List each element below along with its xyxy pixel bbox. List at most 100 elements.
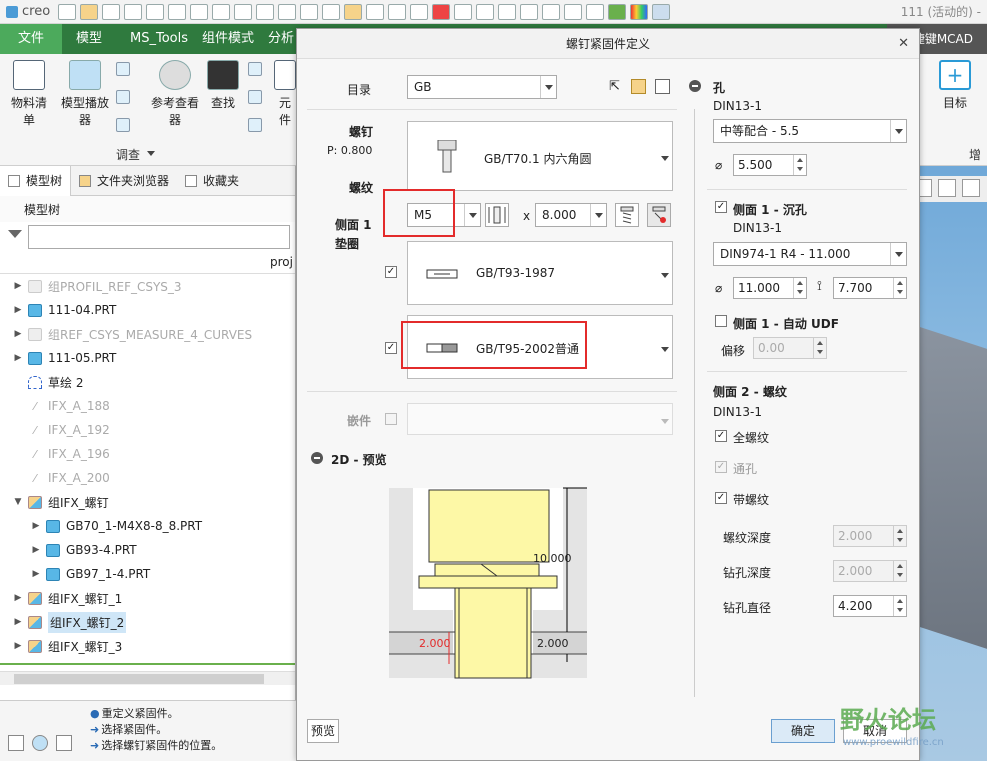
target-button[interactable]: + 目标 xyxy=(932,60,978,111)
spinner-arrows-icon[interactable] xyxy=(893,596,906,616)
drill-depth-spinner[interactable]: 2.000 xyxy=(833,560,907,582)
washer2-checkbox[interactable]: ✓ xyxy=(385,342,397,354)
cube-icon[interactable] xyxy=(652,3,671,20)
window-switch-icon[interactable] xyxy=(256,3,275,20)
tree-item[interactable]: ⁄ IFX_A_200 xyxy=(0,466,295,490)
eye-hide-icon[interactable] xyxy=(520,3,539,20)
preview-button[interactable]: 预览 xyxy=(307,719,339,743)
expand-arrow-icon[interactable]: ▶ xyxy=(30,521,42,531)
globe-icon[interactable] xyxy=(608,3,627,20)
spinner-arrows-icon[interactable] xyxy=(893,561,906,581)
image-icon[interactable] xyxy=(454,3,473,20)
save-icon[interactable] xyxy=(655,79,670,94)
tab-favorites[interactable]: 收藏夹 xyxy=(177,166,247,196)
find-button[interactable]: 查找 xyxy=(206,60,240,111)
model-player-button[interactable]: 模型播放器 xyxy=(58,60,112,128)
save-icon[interactable] xyxy=(102,3,121,20)
tree-search-input[interactable] xyxy=(28,225,290,249)
small-tool-1-icon[interactable] xyxy=(116,62,130,76)
small-tool-6-icon[interactable] xyxy=(248,118,262,132)
counterbore-diameter-spinner[interactable]: 11.000 xyxy=(733,277,807,299)
insert-select-button[interactable] xyxy=(407,403,673,435)
small-tool-2-icon[interactable] xyxy=(116,90,130,104)
catalog-select[interactable]: GB xyxy=(407,75,557,99)
small-tool-4-icon[interactable] xyxy=(248,62,262,76)
tab-file[interactable]: 文件 xyxy=(0,24,63,54)
new-file-icon[interactable] xyxy=(58,3,77,20)
ok-button[interactable]: 确定 xyxy=(771,719,835,743)
scrollbar-thumb[interactable] xyxy=(14,674,264,684)
ruler-icon[interactable] xyxy=(586,3,605,20)
tree-item[interactable]: ▶ 组IFX_螺钉_3 xyxy=(0,634,295,658)
tree-item[interactable]: ▶ GB70_1-M4X8-8_8.PRT xyxy=(0,514,295,538)
collapse-preview-icon[interactable] xyxy=(311,452,323,464)
collapse-arrow-icon[interactable]: ▼ xyxy=(12,497,24,507)
tree-item[interactable]: ▶ 组PROFIL_REF_CSYS_3 xyxy=(0,274,295,298)
drill-diameter-spinner[interactable]: 4.200 xyxy=(833,595,907,617)
status-grid-icon[interactable] xyxy=(8,735,24,751)
column-proj-label[interactable]: proj xyxy=(270,255,293,269)
tab-assembly-mode[interactable]: 组件模式 xyxy=(202,24,268,54)
auto-udf-checkbox[interactable] xyxy=(715,315,727,327)
eye-icon[interactable] xyxy=(498,3,517,20)
cancel-x-icon[interactable] xyxy=(388,3,407,20)
small-tool-3-icon[interactable] xyxy=(116,118,130,132)
collapse-hole-icon[interactable] xyxy=(689,80,701,92)
fit-select[interactable]: 中等配合 - 5.5 xyxy=(713,119,907,143)
length-measure-button[interactable] xyxy=(485,203,509,227)
expand-arrow-icon[interactable]: ▶ xyxy=(12,281,24,291)
filter-icon[interactable] xyxy=(8,230,22,244)
expand-arrow-icon[interactable]: ▶ xyxy=(12,353,24,363)
expand-arrow-icon[interactable]: ▶ xyxy=(12,329,24,339)
expand-arrow-icon[interactable]: ▶ xyxy=(30,545,42,555)
reference-viewer-button[interactable]: 参考查看器 xyxy=(150,60,200,128)
tree-item[interactable]: ▼ 组IFX_螺钉 xyxy=(0,490,295,514)
investigate-dropdown-icon[interactable] xyxy=(147,151,155,156)
element-button[interactable]: 元件 xyxy=(274,60,296,128)
with-thread-checkbox[interactable]: ✓ xyxy=(715,492,727,504)
status-globe-icon[interactable] xyxy=(32,735,48,751)
undo-icon[interactable] xyxy=(168,3,187,20)
washer1-checkbox[interactable]: ✓ xyxy=(385,266,397,278)
spinner-arrows-icon[interactable] xyxy=(893,278,906,298)
tree-item[interactable]: ⁄ IFX_A_196 xyxy=(0,442,295,466)
counterbore-spec-select[interactable]: DIN974-1 R4 - 11.000 xyxy=(713,242,907,266)
open-folder-icon[interactable] xyxy=(80,3,99,20)
transfer-icon[interactable] xyxy=(410,3,429,20)
edit-icon[interactable] xyxy=(542,3,561,20)
tree-item[interactable]: ▶ 组IFX_螺钉_1 xyxy=(0,586,295,610)
offset-spinner[interactable]: 0.00 xyxy=(753,337,827,359)
tree-item[interactable]: ▶ 111-05.PRT xyxy=(0,346,295,370)
regenerate-icon[interactable] xyxy=(212,3,231,20)
thread-option-button[interactable] xyxy=(615,203,639,227)
save-all-icon[interactable] xyxy=(146,3,165,20)
measure-icon[interactable] xyxy=(564,3,583,20)
insert-checkbox[interactable] xyxy=(385,413,397,425)
counterbore-checkbox[interactable]: ✓ xyxy=(715,201,727,213)
open-folder-icon[interactable] xyxy=(631,79,646,94)
through-hole-checkbox[interactable]: ✓ xyxy=(715,461,727,473)
screw-select-button[interactable]: GB/T70.1 内六角圆 xyxy=(407,121,673,191)
spinner-arrows-icon[interactable] xyxy=(893,526,906,546)
target-icon[interactable] xyxy=(344,3,363,20)
tab-ms-tools[interactable]: MS_Tools xyxy=(116,24,202,54)
bolt-settings-button[interactable] xyxy=(647,203,671,227)
length-select[interactable]: 8.000 xyxy=(535,203,607,227)
small-tool-5-icon[interactable] xyxy=(248,90,262,104)
text-icon[interactable] xyxy=(300,3,319,20)
tab-folder-browser[interactable]: 文件夹浏览器 xyxy=(71,166,177,196)
investigate-group-label[interactable]: 调查 xyxy=(116,146,140,163)
tree-horizontal-scrollbar[interactable] xyxy=(0,671,295,685)
redo-icon[interactable] xyxy=(190,3,209,20)
tree-item[interactable]: ▶ 组REF_CSYS_MEASURE_4_CURVES xyxy=(0,322,295,346)
close-icon[interactable]: ✕ xyxy=(898,29,909,59)
delete-icon[interactable] xyxy=(432,3,451,20)
mascot-icon[interactable] xyxy=(322,3,341,20)
color-bar-icon[interactable] xyxy=(630,3,649,20)
bom-button[interactable]: 物料清单 xyxy=(6,60,52,128)
spinner-arrows-icon[interactable] xyxy=(793,278,806,298)
tree-item[interactable]: ▶ 111-04.PRT xyxy=(0,298,295,322)
tab-model-tree[interactable]: 模型树 xyxy=(0,165,72,196)
hole-diameter-spinner[interactable]: 5.500 xyxy=(733,154,807,176)
save-copy-icon[interactable] xyxy=(124,3,143,20)
